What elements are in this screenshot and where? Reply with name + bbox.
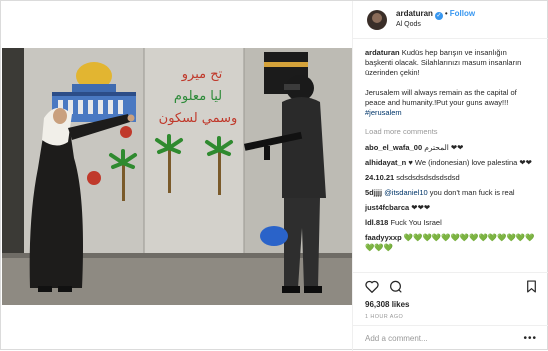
more-options-icon[interactable]: ••• [523, 333, 537, 344]
comment: 5djjjj @itsdaniel10 you don't man fuck i… [365, 188, 536, 198]
comment-text: Fuck You Israel [390, 218, 442, 227]
add-comment-input[interactable] [365, 334, 515, 343]
caption-text-en: Jerusalem will always remain as the capi… [365, 88, 517, 107]
comment: ldl.818 Fuck You Israel [365, 218, 536, 228]
follow-button[interactable]: Follow [450, 9, 475, 18]
post-timestamp: 1 HOUR AGO [365, 314, 404, 320]
separator-dot: • [444, 9, 448, 18]
comments-list: ardaturan Kudüs hep barışın ve insanlığı… [353, 39, 548, 262]
verified-badge-icon: ✓ [434, 12, 443, 20]
comment-user[interactable]: 24.10.21 [365, 173, 394, 182]
graffiti-line-1: تح ميرو [181, 67, 223, 82]
add-comment-bar: ••• [353, 325, 548, 351]
post-header: ardaturan ✓ • Follow Al Qods [353, 1, 548, 39]
comment-mention-link[interactable]: @itsdaniel10 [384, 188, 427, 197]
comment: 24.10.21 sdsdsdsdsdsdsdsd [365, 173, 536, 183]
hashtag-link[interactable]: #jerusalem [365, 108, 402, 117]
comment: faadyyxxp 💚💚💚💚💚💚💚💚💚💚💚💚💚💚💚💚💚 [365, 233, 536, 253]
caption: ardaturan Kudüs hep barışın ve insanlığı… [365, 48, 536, 118]
comment-text: sdsdsdsdsdsdsdsd [396, 173, 460, 182]
bookmark-icon[interactable] [526, 280, 537, 295]
comment-user[interactable]: alhidayat_n [365, 158, 406, 167]
comment-icon[interactable] [389, 280, 402, 295]
comment-user[interactable]: abo_el_wafa_00 [365, 143, 422, 152]
comment-text: المحترم ❤❤ [424, 143, 464, 152]
comment: abo_el_wafa_00 المحترم ❤❤ [365, 143, 536, 153]
comment-text: you don't man fuck is real [427, 188, 515, 197]
photo-scene: تح ميرو ليا معلوم وسمي لسكون [2, 48, 352, 305]
comment-user[interactable]: ldl.818 [365, 218, 388, 227]
comment: alhidayat_n ♥ We (indonesian) love pales… [365, 158, 536, 168]
blue-bag [260, 226, 288, 246]
heart-icon[interactable] [365, 280, 379, 295]
load-more-comments[interactable]: Load more comments [365, 127, 536, 136]
action-bar: 96,308 likes 1 HOUR AGO [353, 272, 548, 320]
caption-username[interactable]: ardaturan [365, 48, 400, 57]
location-link[interactable]: Al Qods [396, 20, 475, 30]
likes-count[interactable]: 96,308 likes [365, 300, 537, 309]
post-sidebar: ardaturan ✓ • Follow Al Qods ardaturan Kudü… [352, 1, 548, 351]
comment-text: ♥ We (indonesian) love palestina ❤❤ [408, 158, 532, 167]
graffiti-line-3: وسمي لسكون [159, 111, 238, 126]
comment: just4fcbarca ❤❤❤ [365, 203, 536, 213]
instagram-post-window: تح ميرو ليا معلوم وسمي لسكون ardaturan ✓… [0, 0, 548, 351]
graffiti-line-2: ليا معلوم [174, 89, 222, 104]
avatar[interactable] [367, 9, 387, 30]
header-text: ardaturan ✓ • Follow Al Qods [396, 9, 475, 30]
comment-user[interactable]: just4fcbarca [365, 203, 409, 212]
comment-text: ❤❤❤ [411, 203, 431, 212]
post-photo[interactable]: تح ميرو ليا معلوم وسمي لسكون [2, 48, 352, 305]
comment-user[interactable]: faadyyxxp [365, 233, 402, 242]
action-icons [365, 278, 537, 297]
username-link[interactable]: ardaturan [396, 9, 433, 18]
comment-user[interactable]: 5djjjj [365, 188, 382, 197]
caption-paragraph-en: Jerusalem will always remain as the capi… [365, 88, 536, 118]
